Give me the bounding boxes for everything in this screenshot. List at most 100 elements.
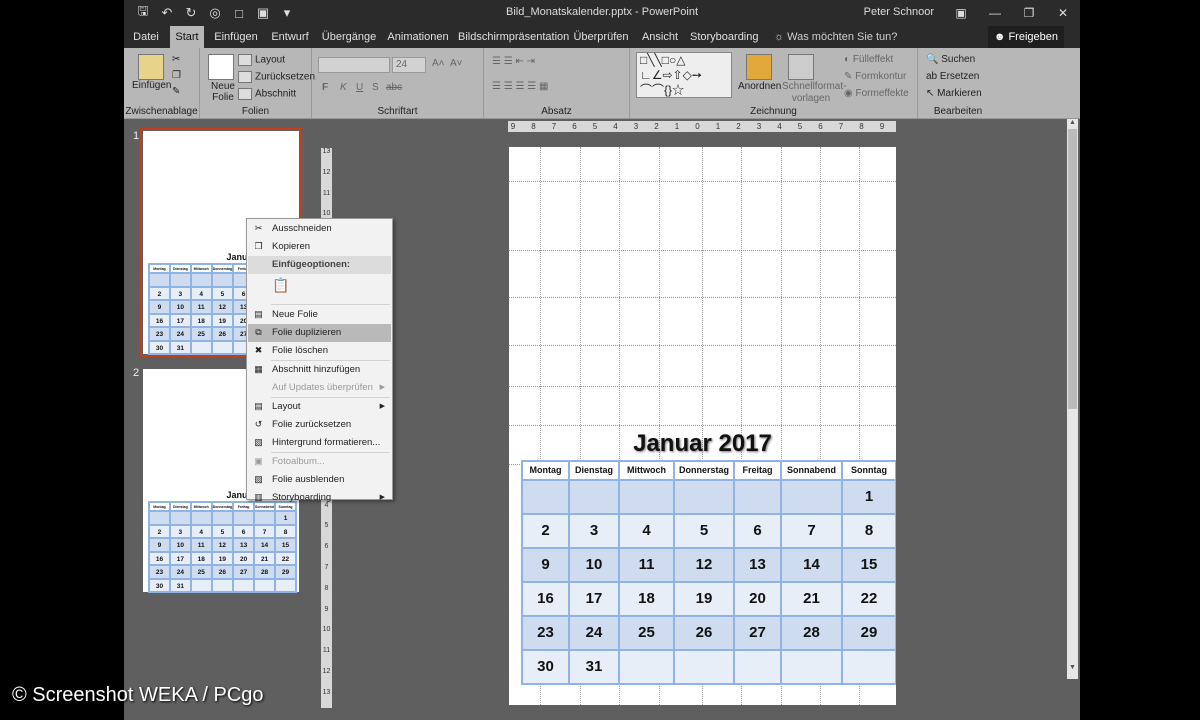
ribbon-display-options-icon[interactable]: ▣ (944, 0, 978, 26)
bullets-icon[interactable]: ☰ ☰ ⇤ ⇥ (492, 56, 535, 67)
tell-me-box[interactable]: ☼ Was möchten Sie tun? (774, 26, 897, 48)
arrange-button[interactable]: Anordnen (738, 81, 781, 92)
day-cell[interactable] (674, 480, 734, 514)
day-cell[interactable]: 19 (674, 582, 734, 616)
restore-icon[interactable]: ❐ (1012, 0, 1046, 26)
day-cell[interactable] (619, 650, 674, 684)
tab-storyboarding[interactable]: Storyboarding (690, 26, 759, 48)
tab-ueberpruefen[interactable]: Überprüfen (572, 26, 630, 48)
slide-canvas[interactable]: Januar 2017 Montag Dienstag Mittwoch Donner… (509, 147, 896, 705)
italic-button[interactable]: K (340, 82, 347, 93)
select-button[interactable]: ↖ Markieren (926, 88, 982, 99)
scroll-up-icon[interactable]: ▲ (1067, 119, 1078, 129)
tab-start[interactable]: Start (170, 26, 204, 48)
day-cell[interactable]: 9 (522, 548, 569, 582)
day-cell[interactable]: 24 (569, 616, 619, 650)
tab-ansicht[interactable]: Ansicht (638, 26, 682, 48)
day-cell[interactable]: 14 (781, 548, 842, 582)
day-cell[interactable]: 12 (674, 548, 734, 582)
paste-icon[interactable] (138, 54, 164, 80)
day-cell[interactable]: 28 (781, 616, 842, 650)
menu-item-folie-duplizieren[interactable]: ⧉ Folie duplizieren (248, 324, 391, 342)
day-cell[interactable]: 1 (842, 480, 896, 514)
day-cell[interactable]: 13 (734, 548, 781, 582)
menu-item-fotoalbum[interactable]: ▣ Fotoalbum... (248, 453, 391, 471)
section-button[interactable]: Abschnitt (238, 88, 296, 100)
menu-item-auf-updates-überprüfen[interactable]: Auf Updates überprüfen ▶ (248, 379, 391, 397)
shape-effects-button[interactable]: ◉ Formeffekte (844, 88, 909, 99)
tab-bildschirmpraesentation[interactable]: Bildschirmpräsentation (458, 26, 569, 48)
strikethrough-button[interactable]: abc (386, 82, 402, 93)
scroll-thumb[interactable] (1068, 129, 1077, 409)
day-cell[interactable] (734, 650, 781, 684)
day-cell[interactable]: 11 (619, 548, 674, 582)
menu-item-hintergrund-formatieren[interactable]: ▧ Hintergrund formatieren... (248, 434, 391, 452)
day-cell[interactable]: 15 (842, 548, 896, 582)
day-cell[interactable]: 4 (619, 514, 674, 548)
day-cell[interactable] (619, 480, 674, 514)
day-cell[interactable]: 7 (781, 514, 842, 548)
day-cell[interactable]: 8 (842, 514, 896, 548)
shape-fill-button[interactable]: ◐ Fülleffekt (844, 54, 893, 65)
day-cell[interactable]: 31 (569, 650, 619, 684)
day-cell[interactable]: 16 (522, 582, 569, 616)
minimize-icon[interactable]: — (978, 0, 1012, 26)
shape-outline-button[interactable]: ✎ Formkontur (844, 71, 906, 82)
day-cell[interactable] (674, 650, 734, 684)
day-cell[interactable]: 2 (522, 514, 569, 548)
day-cell[interactable]: 6 (734, 514, 781, 548)
menu-item-abschnitt-hinzufügen[interactable]: ▦ Abschnitt hinzufügen (248, 361, 391, 379)
calendar-table[interactable]: Montag Dienstag Mittwoch Donnerstag Freitag S… (521, 460, 896, 685)
align-icons[interactable]: ☰ ☰ ☰ ☰ ▦ (492, 81, 548, 92)
arrange-icon[interactable] (746, 54, 772, 80)
paste-button[interactable]: Einfügen (132, 80, 171, 91)
menu-item-folie-ausblenden[interactable]: ▨ Folie ausblenden (248, 471, 391, 489)
day-cell[interactable] (569, 480, 619, 514)
menu-item-neue-folie[interactable]: ▤ Neue Folie (248, 306, 391, 324)
tab-animationen[interactable]: Animationen (386, 26, 450, 48)
day-cell[interactable]: 27 (734, 616, 781, 650)
tab-uebergaenge[interactable]: Übergänge (320, 26, 378, 48)
calendar-title[interactable]: Januar 2017 (509, 430, 896, 458)
paste-option-keep-text[interactable]: 📋 (248, 274, 391, 304)
menu-item-folie-löschen[interactable]: ✖ Folie löschen (248, 342, 391, 360)
day-cell[interactable]: 29 (842, 616, 896, 650)
quick-styles-icon[interactable] (788, 54, 814, 80)
share-button[interactable]: ☻ Freigeben (987, 26, 1064, 48)
reset-button[interactable]: Zurücksetzen (238, 71, 315, 83)
user-name[interactable]: Peter Schnoor (864, 6, 934, 18)
menu-item-layout[interactable]: ▤ Layout ▶ (248, 398, 391, 416)
day-cell[interactable]: 21 (781, 582, 842, 616)
day-cell[interactable]: 3 (569, 514, 619, 548)
shadow-button[interactable]: S (372, 82, 379, 93)
scroll-down-icon[interactable]: ▼ (1067, 664, 1078, 674)
day-cell[interactable] (781, 480, 842, 514)
format-painter-icon[interactable]: ✎ (172, 86, 180, 97)
day-cell[interactable]: 25 (619, 616, 674, 650)
font-name-field[interactable] (318, 57, 390, 73)
day-cell[interactable]: 26 (674, 616, 734, 650)
day-cell[interactable]: 17 (569, 582, 619, 616)
tab-entwurf[interactable]: Entwurf (268, 26, 312, 48)
copy-icon[interactable]: ❐ (172, 70, 181, 81)
tab-einfuegen[interactable]: Einfügen (212, 26, 260, 48)
new-slide-icon[interactable] (208, 54, 234, 80)
day-cell[interactable]: 18 (619, 582, 674, 616)
close-icon[interactable]: ✕ (1046, 0, 1080, 26)
grow-font-icon[interactable]: A˄ (432, 58, 445, 69)
underline-button[interactable]: U (356, 82, 363, 93)
shrink-font-icon[interactable]: A˅ (450, 58, 463, 69)
day-cell[interactable]: 23 (522, 616, 569, 650)
day-cell[interactable]: 10 (569, 548, 619, 582)
day-cell[interactable] (842, 650, 896, 684)
menu-item-storyboarding[interactable]: ▥ Storyboarding ▶ (248, 489, 391, 507)
day-cell[interactable]: 30 (522, 650, 569, 684)
find-button[interactable]: 🔍 Suchen (926, 54, 975, 65)
cut-icon[interactable]: ✂ (172, 54, 180, 65)
shapes-gallery[interactable]: □╲╲□○△ ∟∠⇨⇧◇➙ ⌒⌒{}☆ (636, 52, 732, 98)
vertical-scrollbar[interactable]: ▲ ▼ (1067, 119, 1078, 679)
tab-datei[interactable]: Datei (128, 26, 164, 48)
day-cell[interactable] (781, 650, 842, 684)
day-cell[interactable]: 22 (842, 582, 896, 616)
quick-styles-button[interactable]: Schnellformat-vorlagen (782, 81, 846, 105)
